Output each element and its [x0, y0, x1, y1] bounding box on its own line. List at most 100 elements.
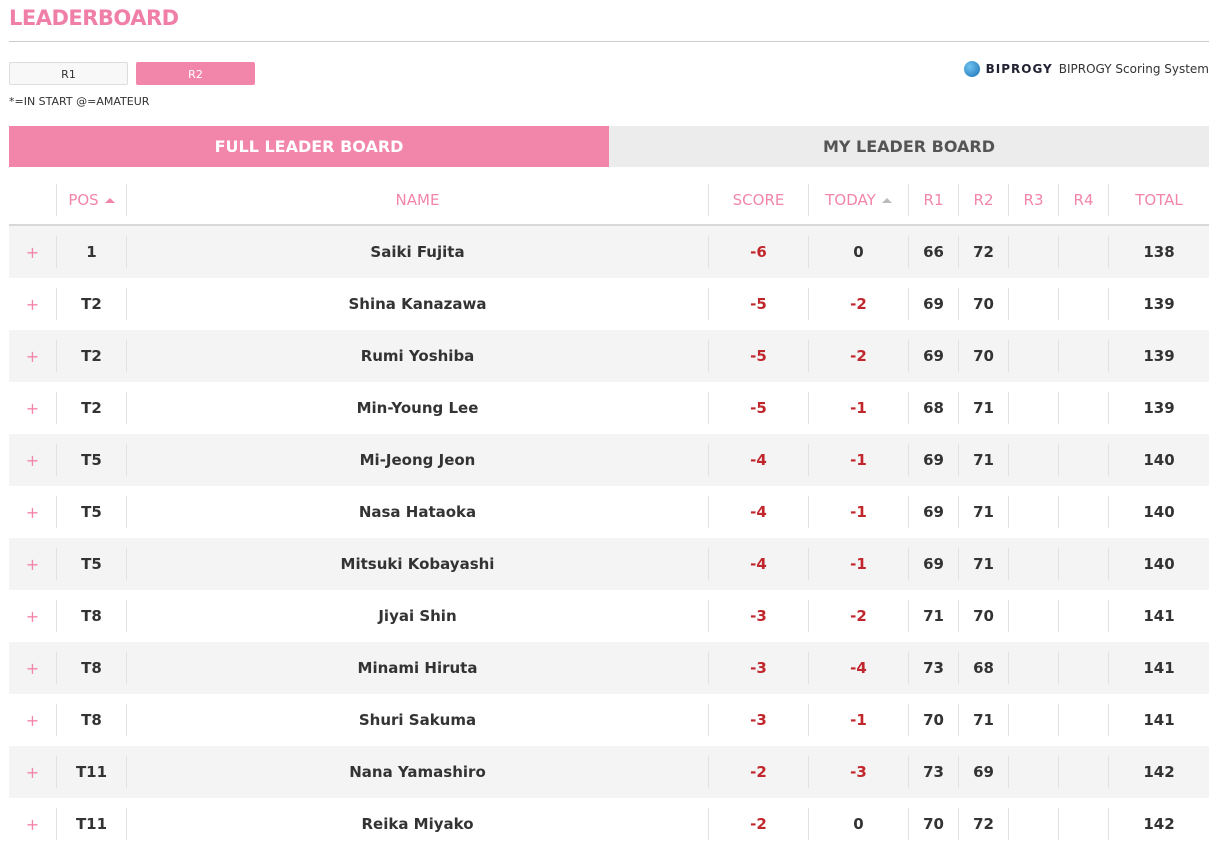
expand-row-button[interactable]: +: [9, 392, 57, 424]
cell-today: -1: [809, 496, 909, 528]
cell-r2: 68: [959, 652, 1009, 684]
cell-pos: T2: [57, 288, 127, 320]
cell-r4: [1059, 704, 1109, 736]
cell-r2: 70: [959, 288, 1009, 320]
cell-pos: T2: [57, 392, 127, 424]
header-today[interactable]: TODAY: [809, 184, 909, 216]
cell-total: 140: [1143, 451, 1175, 469]
cell-score: -3: [709, 600, 809, 632]
table-row: + T2 Min-Young Lee -5 -1 68 71 139: [9, 382, 1209, 434]
cell-pos: T5: [57, 444, 127, 476]
cell-pos: T11: [57, 756, 127, 788]
cell-r3: [1009, 496, 1059, 528]
cell-name: Mitsuki Kobayashi: [127, 548, 709, 580]
leaderboard-tabs: FULL LEADER BOARD MY LEADER BOARD: [9, 126, 1209, 167]
cell-total: 142: [1143, 763, 1175, 781]
expand-row-button[interactable]: +: [9, 808, 57, 840]
cell-pos: T5: [57, 548, 127, 580]
cell-r3: [1009, 808, 1059, 840]
expand-row-button[interactable]: +: [9, 756, 57, 788]
cell-r3: [1009, 756, 1059, 788]
cell-name: Minami Hiruta: [127, 652, 709, 684]
expand-row-button[interactable]: +: [9, 548, 57, 580]
expand-row-button[interactable]: +: [9, 288, 57, 320]
cell-r2: 70: [959, 600, 1009, 632]
cell-r3: [1009, 548, 1059, 580]
tab-my-leader-board[interactable]: MY LEADER BOARD: [609, 126, 1209, 167]
cell-r3: [1009, 236, 1059, 268]
cell-score: -3: [709, 652, 809, 684]
round-button-r1[interactable]: R1: [9, 62, 128, 85]
cell-score: -4: [709, 548, 809, 580]
cell-total: 141: [1143, 711, 1175, 729]
cell-r1: 71: [909, 600, 959, 632]
header-r1: R1: [909, 184, 959, 216]
header-r2: R2: [959, 184, 1009, 216]
table-body: +1 Saiki Fujita -6 0 66 72 138 + T2 Shina Kanazaw…: [9, 226, 1209, 847]
cell-total: 140: [1143, 555, 1175, 573]
cell-r2: 72: [959, 236, 1009, 268]
header-r4: R4: [1059, 184, 1109, 216]
sort-up-icon: [104, 197, 115, 203]
cell-total: 141: [1143, 607, 1175, 625]
expand-row-button[interactable]: +: [9, 236, 57, 268]
expand-row-button[interactable]: +: [9, 496, 57, 528]
cell-score: -5: [709, 392, 809, 424]
cell-total: 142: [1143, 815, 1175, 833]
table-row: + T2 Rumi Yoshiba -5 -2 69 70 139: [9, 330, 1209, 382]
cell-today: -1: [809, 548, 909, 580]
cell-r1: 73: [909, 756, 959, 788]
cell-r4: [1059, 236, 1109, 268]
leaderboard-table: POS NAME SCORE TODAY R1 R2 R3 R4 TOTAL +…: [9, 176, 1209, 847]
cell-total: 138: [1143, 243, 1175, 261]
cell-total: 139: [1143, 295, 1175, 313]
cell-today: -2: [809, 288, 909, 320]
expand-row-button[interactable]: +: [9, 600, 57, 632]
header-today-label: TODAY: [825, 191, 876, 209]
expand-row-button[interactable]: +: [9, 340, 57, 372]
cell-pos: 1: [57, 236, 127, 268]
cell-r2: 71: [959, 392, 1009, 424]
cell-r3: [1009, 340, 1059, 372]
cell-r4: [1059, 288, 1109, 320]
title-divider: [9, 41, 1209, 42]
table-row: + T5 Nasa Hataoka -4 -1 69 71 140: [9, 486, 1209, 538]
table-row: + T5 Mi-Jeong Jeon -4 -1 69 71 140: [9, 434, 1209, 486]
expand-row-button[interactable]: +: [9, 652, 57, 684]
cell-today: 0: [809, 236, 909, 268]
header-name: NAME: [127, 184, 709, 216]
cell-name: Mi-Jeong Jeon: [127, 444, 709, 476]
cell-name: Shuri Sakuma: [127, 704, 709, 736]
cell-pos: T2: [57, 340, 127, 372]
round-button-r2[interactable]: R2: [136, 62, 255, 85]
cell-r4: [1059, 756, 1109, 788]
expand-row-button[interactable]: +: [9, 704, 57, 736]
cell-r3: [1009, 444, 1059, 476]
expand-row-button[interactable]: +: [9, 444, 57, 476]
cell-r3: [1009, 392, 1059, 424]
brand: BIPROGY BIPROGY Scoring System: [963, 61, 1209, 77]
cell-name: Jiyai Shin: [127, 600, 709, 632]
cell-r4: [1059, 548, 1109, 580]
header-pos[interactable]: POS: [57, 184, 127, 216]
cell-pos: T8: [57, 600, 127, 632]
table-row: + T8 Shuri Sakuma -3 -1 70 71 141: [9, 694, 1209, 746]
cell-pos: T5: [57, 496, 127, 528]
sort-up-icon: [881, 197, 892, 203]
cell-r4: [1059, 340, 1109, 372]
tab-full-leader-board[interactable]: FULL LEADER BOARD: [9, 126, 609, 167]
cell-r2: 72: [959, 808, 1009, 840]
cell-name: Shina Kanazawa: [127, 288, 709, 320]
header-score: SCORE: [709, 184, 809, 216]
cell-today: -1: [809, 444, 909, 476]
cell-name: Reika Miyako: [127, 808, 709, 840]
cell-name: Nasa Hataoka: [127, 496, 709, 528]
cell-today: -1: [809, 392, 909, 424]
cell-pos: T8: [57, 704, 127, 736]
cell-r1: 69: [909, 444, 959, 476]
cell-r4: [1059, 600, 1109, 632]
cell-r1: 69: [909, 496, 959, 528]
cell-r4: [1059, 392, 1109, 424]
cell-r1: 66: [909, 236, 959, 268]
cell-name: Nana Yamashiro: [127, 756, 709, 788]
